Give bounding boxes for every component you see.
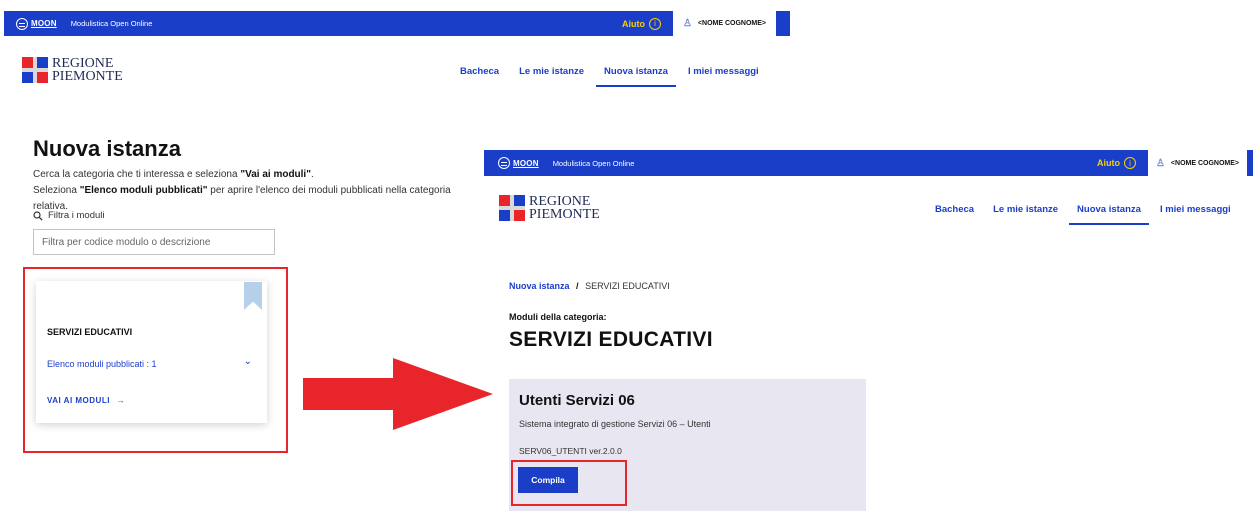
nav-nuova-istanza[interactable]: Nuova istanza	[596, 66, 676, 87]
module-description: Sistema integrato di gestione Servizi 06…	[519, 419, 711, 429]
left-main-nav: Bacheca Le mie istanze Nuova istanza I m…	[460, 66, 759, 87]
regione-line2: PIEMONTE	[529, 207, 600, 223]
user-name: <NOME COGNOME>	[697, 20, 766, 27]
arrow-right-icon: →	[116, 396, 126, 405]
regione-line1: REGIONE	[52, 56, 114, 71]
page-description: Cerca la categoria che ti interessa e se…	[33, 167, 473, 215]
module-title: Utenti Servizi 06	[519, 392, 635, 409]
nav-bacheca[interactable]: Bacheca	[935, 204, 974, 215]
breadcrumb-link-nuova-istanza[interactable]: Nuova istanza	[509, 281, 570, 291]
description-line-1: Cerca la categoria che ti interessa e se…	[33, 169, 314, 180]
help-label: Aiuto	[1096, 158, 1120, 168]
user-name: <NOME COGNOME>	[1170, 159, 1239, 167]
moon-logo[interactable]: MOON	[498, 157, 539, 169]
user-icon: ♙	[1155, 157, 1165, 169]
right-regione-logo[interactable]: REGIONE PIEMONTE	[499, 194, 600, 223]
moon-logo[interactable]: MOON	[16, 17, 57, 30]
vai-ai-moduli-link[interactable]: VAI AI MODULI →	[47, 396, 125, 405]
category-sub-label: Moduli della categoria:	[509, 312, 607, 322]
nav-i-miei-messaggi[interactable]: I miei messaggi	[688, 66, 759, 77]
chevron-down-icon: ⌄	[243, 355, 252, 367]
nav-bacheca[interactable]: Bacheca	[460, 66, 499, 77]
left-regione-logo[interactable]: REGIONE PIEMONTE	[22, 56, 123, 85]
breadcrumb: Nuova istanza / SERVIZI EDUCATIVI	[509, 281, 670, 291]
category-title: SERVIZI EDUCATIVI	[509, 328, 713, 351]
info-icon: i	[648, 17, 661, 30]
regione-line1: REGIONE	[529, 194, 591, 209]
right-top-bar: MOON Modulistica Open Online Aiuto i ♙ <…	[484, 150, 1253, 176]
breadcrumb-current: SERVIZI EDUCATIVI	[585, 281, 670, 291]
category-title: SERVIZI EDUCATIVI	[47, 327, 133, 337]
breadcrumb-separator: /	[576, 281, 579, 291]
bookmark-icon[interactable]	[244, 282, 262, 310]
page-title: Nuova istanza	[33, 136, 181, 161]
moon-logo-icon	[498, 157, 510, 169]
module-version: SERV06_UTENTI ver.2.0.0	[519, 446, 622, 456]
regione-line2: PIEMONTE	[52, 69, 123, 85]
info-icon: i	[1123, 157, 1136, 169]
transition-arrow	[303, 358, 493, 430]
nav-i-miei-messaggi[interactable]: I miei messaggi	[1160, 204, 1231, 215]
category-card: SERVIZI EDUCATIVI Elenco moduli pubblica…	[36, 281, 267, 423]
moon-logo-icon	[16, 17, 28, 30]
user-icon: ♙	[682, 18, 692, 29]
nav-nuova-istanza[interactable]: Nuova istanza	[1069, 204, 1149, 225]
help-link[interactable]: Aiuto i	[621, 17, 661, 30]
published-modules-label: Elenco moduli pubblicati : 1	[47, 359, 157, 369]
help-label: Aiuto	[621, 18, 645, 29]
user-menu[interactable]: ♙ <NOME COGNOME>	[672, 11, 776, 36]
left-top-bar: MOON Modulistica Open Online Aiuto i ♙ <…	[4, 11, 790, 36]
search-input[interactable]	[33, 229, 275, 255]
help-link[interactable]: Aiuto i	[1097, 157, 1136, 169]
filter-label: Filtra i moduli	[33, 210, 105, 221]
nav-le-mie-istanze[interactable]: Le mie istanze	[519, 66, 584, 77]
regione-flag-icon	[499, 195, 525, 222]
regione-flag-icon	[22, 57, 48, 84]
compila-button-highlight	[511, 460, 627, 506]
search-icon	[33, 210, 43, 221]
nav-le-mie-istanze[interactable]: Le mie istanze	[993, 204, 1058, 215]
right-main-nav: Bacheca Le mie istanze Nuova istanza I m…	[935, 204, 1231, 225]
published-modules-toggle[interactable]: Elenco moduli pubblicati : 1 ⌄	[47, 355, 252, 370]
user-menu[interactable]: ♙ <NOME COGNOME>	[1147, 150, 1247, 176]
app-title: Modulistica Open Online	[552, 158, 635, 168]
app-title: Modulistica Open Online	[70, 19, 153, 28]
